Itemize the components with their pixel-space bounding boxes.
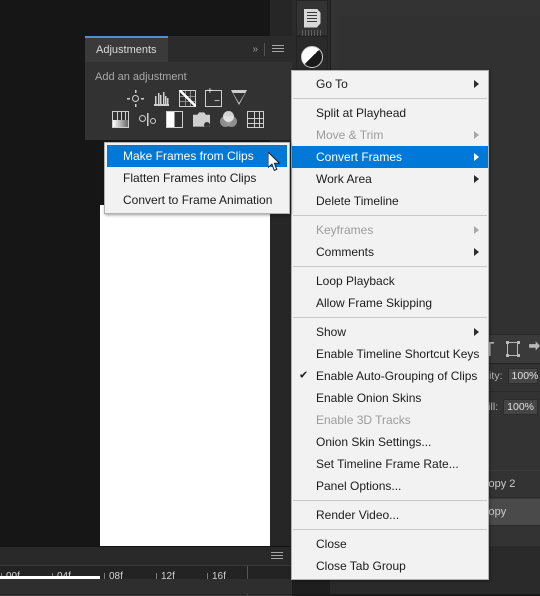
menu-item-label: Onion Skin Settings...: [316, 435, 432, 449]
convert-frames-submenu[interactable]: Make Frames from Clips Flatten Frames int…: [104, 142, 290, 214]
menu-item-label: Close: [316, 537, 347, 551]
menu-item-label: Move & Trim: [316, 128, 384, 142]
menu-separator: [293, 215, 487, 216]
menu-item-label: Split at Playhead: [316, 106, 407, 120]
submenu-arrow-icon: [474, 248, 479, 256]
menu-item-label: Convert Frames: [316, 150, 403, 164]
menu-item-convert-frames[interactable]: Convert Frames: [292, 146, 488, 168]
adjustments-panel: Adjustments » Add an adjustment: [85, 36, 292, 140]
menu-item-delete-timeline[interactable]: Delete Timeline: [292, 190, 488, 212]
menu-separator: [293, 98, 487, 99]
menu-item-label: Close Tab Group: [316, 559, 406, 573]
fill-value[interactable]: 100%: [503, 399, 538, 415]
adjustment-icons-row-1: [95, 87, 292, 107]
menu-item-close-tab-group[interactable]: Close Tab Group: [292, 555, 488, 577]
timeline-menu-hamburger-icon[interactable]: [271, 552, 283, 561]
menu-item-set-timeline-frame-rate[interactable]: Set Timeline Frame Rate...: [292, 453, 488, 475]
submenu-item-label: Flatten Frames into Clips: [123, 171, 257, 185]
transform-bounds-icon[interactable]: [505, 341, 519, 357]
submenu-item-label: Make Frames from Clips: [123, 149, 254, 163]
color-lookup-icon[interactable]: [247, 111, 264, 128]
submenu-arrow-icon: [474, 131, 479, 139]
tabbar-divider: [264, 42, 265, 56]
adjustments-tabbar-controls: »: [252, 42, 292, 56]
submenu-item-flatten-frames-into-clips[interactable]: Flatten Frames into Clips: [105, 167, 289, 189]
menu-item-label: Work Area: [316, 172, 372, 186]
menu-item-enable-timeline-shortcut-keys[interactable]: Enable Timeline Shortcut Keys: [292, 343, 488, 365]
menu-item-allow-frame-skipping[interactable]: Allow Frame Skipping: [292, 292, 488, 314]
menu-item-label: Comments: [316, 245, 375, 259]
checkmark-icon: ✔: [299, 369, 309, 382]
warp-text-icon[interactable]: [529, 341, 540, 351]
menu-item-label: Keyframes: [316, 223, 374, 237]
submenu-arrow-icon: [474, 226, 479, 234]
menu-item-panel-options[interactable]: Panel Options...: [292, 475, 488, 497]
gradient-map-icon[interactable]: [112, 111, 129, 128]
adjustments-tabbar: Adjustments »: [85, 36, 292, 62]
menu-item-loop-playback[interactable]: Loop Playback: [292, 270, 488, 292]
submenu-item-convert-to-frame-animation[interactable]: Convert to Frame Animation: [105, 189, 289, 211]
menu-separator: [293, 317, 487, 318]
menu-item-label: Go To: [316, 77, 348, 91]
submenu-item-label: Convert to Frame Animation: [123, 193, 273, 207]
opacity-value[interactable]: 100%: [507, 368, 538, 384]
menu-separator: [293, 266, 487, 267]
photoshop-window: Adjustments » Add an adjustment + − acit…: [0, 0, 540, 596]
tab-adjustments-label: Adjustments: [96, 44, 157, 56]
vibrance-icon[interactable]: [230, 90, 247, 105]
collapse-chevrons-icon[interactable]: »: [252, 44, 257, 55]
color-balance-icon[interactable]: [139, 111, 156, 128]
timeline-track-strip: [0, 579, 292, 594]
submenu-arrow-icon: [474, 175, 479, 183]
menu-item-go-to[interactable]: Go To: [292, 73, 488, 95]
submenu-arrow-icon: [474, 80, 479, 88]
black-and-white-icon[interactable]: [166, 111, 183, 128]
notes-document-icon: [303, 8, 321, 28]
menu-item-onion-skin-settings[interactable]: Onion Skin Settings...: [292, 431, 488, 453]
exposure-icon[interactable]: [205, 87, 222, 107]
menu-item-close[interactable]: Close: [292, 533, 488, 555]
menu-item-label: Enable Onion Skins: [316, 391, 422, 405]
menu-item-label: Show: [316, 325, 347, 339]
adjustments-body: Add an adjustment: [85, 62, 292, 128]
timeline-topbar: [0, 547, 292, 565]
submenu-arrow-icon: [474, 328, 479, 336]
menu-item-label: Delete Timeline: [316, 194, 399, 208]
menu-item-label: Enable Auto-Grouping of Clips: [316, 369, 478, 383]
menu-item-label: Allow Frame Skipping: [316, 296, 433, 310]
channel-mixer-icon[interactable]: [220, 111, 237, 128]
timeline-context-menu[interactable]: Go To Split at Playhead Move & Trim Convert…: [291, 70, 489, 580]
brightness-contrast-icon[interactable]: [127, 90, 144, 107]
submenu-item-make-frames-from-clips[interactable]: Make Frames from Clips: [107, 145, 287, 167]
menu-item-enable-auto-grouping-of-clips[interactable]: ✔ Enable Auto-Grouping of Clips: [292, 365, 488, 387]
menu-item-keyframes: Keyframes: [292, 219, 488, 241]
menu-item-label: Loop Playback: [316, 274, 395, 288]
document-canvas[interactable]: [100, 205, 294, 546]
menu-item-work-area[interactable]: Work Area: [292, 168, 488, 190]
menu-item-render-video[interactable]: Render Video...: [292, 504, 488, 526]
adjustment-halfcircle-icon: [301, 46, 323, 68]
tab-adjustments[interactable]: Adjustments: [85, 36, 168, 62]
menu-item-label: Enable 3D Tracks: [316, 413, 411, 427]
add-an-adjustment-label: Add an adjustment: [95, 71, 187, 83]
menu-item-label: Enable Timeline Shortcut Keys: [316, 347, 480, 361]
menu-item-label: Render Video...: [316, 508, 400, 522]
menu-item-label: Set Timeline Frame Rate...: [316, 457, 459, 471]
menu-item-label: Panel Options...: [316, 479, 402, 493]
adjustment-icons-row-2: [95, 111, 292, 128]
menu-item-split-at-playhead[interactable]: Split at Playhead: [292, 102, 488, 124]
submenu-arrow-icon: [474, 153, 479, 161]
levels-icon[interactable]: [153, 90, 170, 107]
menu-separator: [293, 500, 487, 501]
menu-separator: [293, 529, 487, 530]
curves-icon[interactable]: [179, 90, 196, 107]
canvas-bottom-edge: [0, 576, 100, 579]
menu-item-enable-onion-skins[interactable]: Enable Onion Skins: [292, 387, 488, 409]
menu-item-move-trim: Move & Trim: [292, 124, 488, 146]
menu-item-show[interactable]: Show: [292, 321, 488, 343]
panel-menu-hamburger-icon[interactable]: [272, 44, 284, 54]
menu-item-comments[interactable]: Comments: [292, 241, 488, 263]
menu-item-enable-3d-tracks: Enable 3D Tracks: [292, 409, 488, 431]
photo-filter-icon[interactable]: [193, 112, 210, 127]
